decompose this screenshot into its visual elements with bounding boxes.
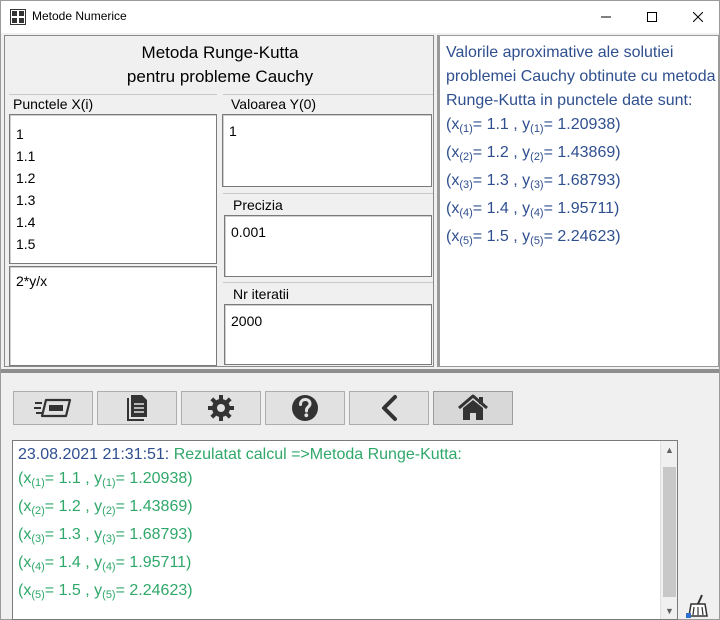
iterations-input[interactable]: 2000	[224, 304, 432, 365]
log-lines: 23.08.2021 21:31:51: Rezulatat calcul =>…	[18, 443, 658, 607]
toolbar	[13, 391, 513, 427]
gear-icon	[208, 395, 234, 421]
document-button[interactable]	[97, 391, 177, 425]
home-button[interactable]	[433, 391, 513, 425]
scroll-up-icon[interactable]: ▲	[661, 441, 678, 458]
home-icon	[458, 394, 488, 420]
log-row: (x(3)= 1.3 , y(3)= 1.68793)	[18, 526, 193, 545]
help-button[interactable]	[265, 391, 345, 425]
broom-icon	[686, 594, 708, 618]
document-icon	[127, 395, 147, 421]
log-timestamp: 23.08.2021 21:31:51:	[18, 446, 170, 463]
method-title: Metoda Runge-Kutta	[141, 43, 299, 62]
points-list[interactable]: 1 1.1 1.2 1.3 1.4 1.5	[9, 114, 217, 264]
function-input[interactable]: 2*y/x	[9, 266, 217, 366]
method-heading: Metoda Runge-Kutta pentru probleme Cauch…	[5, 41, 435, 89]
group-border	[9, 94, 217, 95]
list-item[interactable]: 1.5	[10, 233, 216, 255]
y0-value: 1	[229, 123, 237, 139]
list-item[interactable]: 1.3	[10, 189, 216, 211]
precision-label: Precizia	[233, 197, 283, 213]
points-label: Punctele X(i)	[13, 96, 94, 112]
list-item[interactable]: 1.2	[10, 167, 216, 189]
result-row: (x(2)= 1.2 , y(2)= 1.43869)	[446, 144, 621, 163]
log-scrollbar[interactable]: ▲ ▼	[660, 441, 677, 619]
list-item[interactable]: 1	[10, 123, 216, 145]
list-item[interactable]: 1.4	[10, 211, 216, 233]
maximize-icon	[647, 12, 657, 22]
scroll-down-icon[interactable]: ▼	[661, 602, 678, 619]
result-row: (x(3)= 1.3 , y(3)= 1.68793)	[446, 172, 621, 191]
group-border	[223, 94, 433, 95]
run-button[interactable]	[13, 391, 93, 425]
log-row: (x(1)= 1.1 , y(1)= 1.20938)	[18, 470, 193, 489]
back-icon	[382, 395, 397, 421]
log-row: (x(4)= 1.4 , y(4)= 1.95711)	[18, 554, 192, 573]
title-bar: Metode Numerice	[1, 1, 719, 33]
log-header: 23.08.2021 21:31:51: Rezulatat calcul =>…	[18, 443, 658, 467]
log-message: Rezulatat calcul =>Metoda Runge-Kutta:	[169, 446, 462, 463]
content-area: Metoda Runge-Kutta pentru probleme Cauch…	[1, 33, 719, 620]
settings-button[interactable]	[181, 391, 261, 425]
log-row: (x(5)= 1.5 , y(5)= 2.24623)	[18, 582, 193, 601]
y0-input[interactable]: 1	[222, 114, 432, 187]
app-window: Metode Numerice Metoda Runge-Kutta pentr…	[0, 0, 720, 620]
close-button[interactable]	[675, 1, 720, 33]
iterations-label: Nr iteratii	[233, 286, 290, 302]
group-border	[223, 193, 433, 194]
minimize-button[interactable]	[583, 1, 629, 33]
y0-label: Valoarea Y(0)	[231, 96, 317, 112]
result-row: (x(5)= 1.5 , y(5)= 2.24623)	[446, 228, 621, 247]
result-text: Valorile aproximative ale solutiei probl…	[446, 41, 716, 253]
iterations-value: 2000	[231, 313, 263, 329]
group-border	[223, 282, 433, 283]
list-item[interactable]: 1.1	[10, 145, 216, 167]
minimize-icon	[601, 16, 611, 18]
run-icon	[34, 398, 72, 418]
precision-input[interactable]: 0.001	[224, 215, 432, 277]
result-row: (x(1)= 1.1 , y(1)= 1.20938)	[446, 116, 621, 135]
help-icon	[292, 395, 318, 421]
result-panel: Valorile aproximative ale solutiei probl…	[437, 35, 719, 367]
panel-splitter[interactable]	[1, 369, 719, 373]
method-subtitle: pentru probleme Cauchy	[126, 67, 314, 86]
function-value: 2*y/x	[16, 273, 48, 289]
log-output[interactable]: 23.08.2021 21:31:51: Rezulatat calcul =>…	[12, 440, 678, 620]
close-icon	[693, 12, 703, 22]
scroll-thumb[interactable]	[663, 467, 676, 597]
back-button[interactable]	[349, 391, 429, 425]
input-panel: Metoda Runge-Kutta pentru probleme Cauch…	[4, 35, 434, 367]
log-row: (x(2)= 1.2 , y(2)= 1.43869)	[18, 498, 193, 517]
window-title: Metode Numerice	[32, 9, 127, 23]
result-row: (x(4)= 1.4 , y(4)= 1.95711)	[446, 200, 620, 219]
maximize-button[interactable]	[629, 1, 675, 33]
precision-value: 0.001	[231, 224, 267, 240]
app-icon	[10, 9, 26, 25]
clear-log-button[interactable]	[685, 593, 711, 619]
result-intro: Valorile aproximative ale solutiei probl…	[446, 44, 716, 109]
